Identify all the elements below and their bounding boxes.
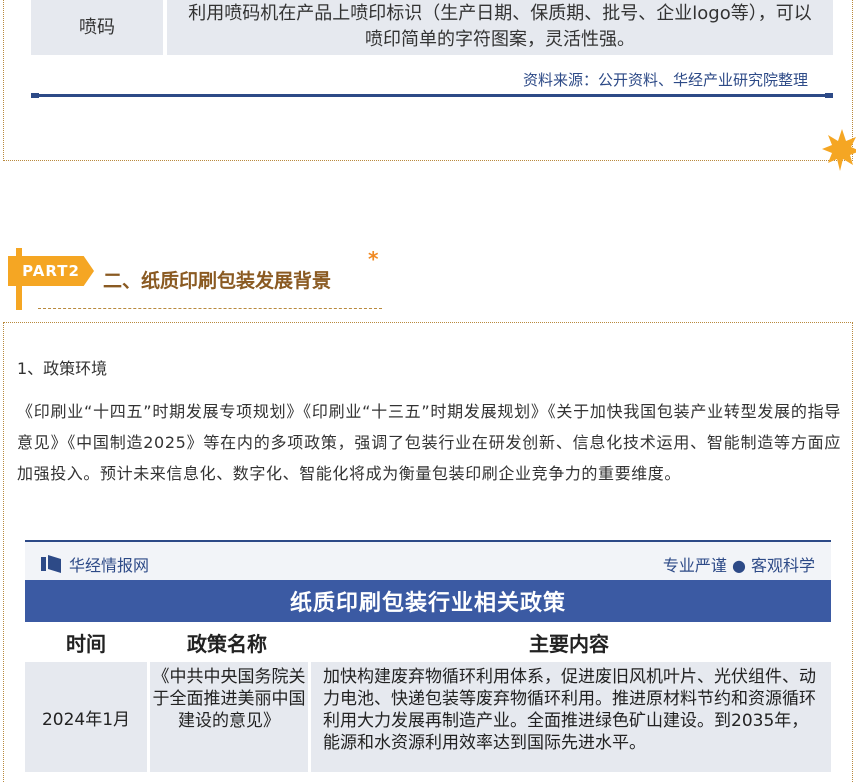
table-title: 纸质印刷包装行业相关政策 (25, 580, 831, 622)
cell-policy: 《中共中央国务院关于全面推进美丽中国建设的意见》 (150, 662, 308, 772)
maple-leaf-icon (822, 129, 856, 171)
row-content: 利用喷码机在产品上喷印标识（生产日期、保质期、批号、企业logo等），可以喷印简… (167, 0, 833, 55)
brand-name: 华经情报网 (69, 556, 150, 575)
section-title: 二、纸质印刷包装发展背景 (103, 270, 332, 292)
card-header: 华经情报网 专业严谨 ● 客观科学 (25, 542, 831, 580)
table-header-row: 时间 政策名称 主要内容 (25, 622, 831, 662)
tagline: 专业严谨 ● 客观科学 (662, 556, 815, 575)
subsection-heading: 1、政策环境 (17, 359, 108, 378)
row-label: 喷码 (31, 0, 163, 55)
top-article-box: 喷码 利用喷码机在产品上喷印标识（生产日期、保质期、批号、企业logo等），可以… (3, 0, 856, 171)
column-header-policy: 政策名称 (187, 631, 267, 656)
table-bottom-rule (31, 93, 833, 98)
table-row: 2024年1月 《中共中央国务院关于全面推进美丽中国建设的意见》 加快构建废弃物… (25, 662, 831, 772)
column-header-content: 主要内容 (529, 631, 609, 656)
cell-content: 加快构建废弃物循环利用体系，促进废旧风机叶片、光伏组件、动力电池、快递包装等废弃… (311, 662, 831, 772)
brand-logo-icon (41, 555, 61, 573)
brand: 华经情报网 (41, 552, 149, 576)
title-underline (38, 308, 382, 309)
star-icon: * (368, 247, 379, 271)
part-badge: PART2 (8, 256, 94, 286)
table-row: 喷码 利用喷码机在产品上喷印标识（生产日期、保质期、批号、企业logo等），可以… (31, 0, 833, 55)
column-header-time: 时间 (66, 631, 106, 656)
body-paragraph: 《印刷业“十四五”时期发展专项规划》《印刷业“十三五”时期发展规划》《关于加快我… (17, 402, 841, 483)
source-note: 资料来源：公开资料、华经产业研究院整理 (522, 71, 808, 89)
cell-time: 2024年1月 (25, 662, 147, 772)
policy-table-card: 华经情报网 专业严谨 ● 客观科学 纸质印刷包装行业相关政策 时间 政策名称 主… (25, 540, 831, 780)
